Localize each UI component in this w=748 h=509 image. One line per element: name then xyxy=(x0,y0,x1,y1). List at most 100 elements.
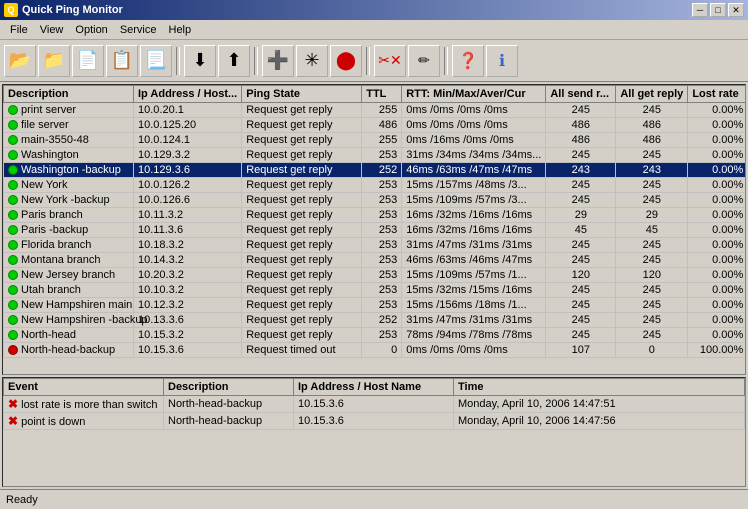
cell-rtt: 0ms /0ms /0ms /0ms xyxy=(402,103,546,118)
up-btn[interactable]: ⬆ xyxy=(218,45,250,77)
minimize-button[interactable]: ─ xyxy=(692,3,708,17)
col-header-recv: All get reply xyxy=(616,86,688,103)
cell-desc: Montana branch xyxy=(4,253,134,268)
cell-lost: 0.00% xyxy=(688,178,745,193)
table-row[interactable]: print server 10.0.20.1 Request get reply… xyxy=(4,103,746,118)
cell-lost: 0.00% xyxy=(688,133,745,148)
cell-recv: 0 xyxy=(616,343,688,358)
cell-recv: 29 xyxy=(616,208,688,223)
table-row[interactable]: Washington 10.129.3.2 Request get reply … xyxy=(4,148,746,163)
table-row[interactable]: Washington -backup 10.129.3.6 Request ge… xyxy=(4,163,746,178)
cell-rtt: 15ms /32ms /15ms /16ms xyxy=(402,283,546,298)
cell-rtt: 46ms /63ms /47ms /47ms xyxy=(402,163,546,178)
cell-ttl: 253 xyxy=(362,208,402,223)
table-row[interactable]: New Hampshiren main 10.12.3.2 Request ge… xyxy=(4,298,746,313)
cell-state: Request get reply xyxy=(242,283,362,298)
cell-ttl: 253 xyxy=(362,223,402,238)
down-btn[interactable]: ⬇ xyxy=(184,45,216,77)
table-row[interactable]: file server 10.0.125.20 Request get repl… xyxy=(4,118,746,133)
cell-ttl: 253 xyxy=(362,283,402,298)
cell-ip: 10.10.3.2 xyxy=(134,283,242,298)
new-file-btn[interactable]: 📄 xyxy=(72,45,104,77)
event-cell-time: Monday, April 10, 2006 14:47:56 xyxy=(454,413,745,430)
cell-ip: 10.12.3.2 xyxy=(134,298,242,313)
cell-desc: Washington -backup xyxy=(4,163,134,178)
status-dot xyxy=(8,255,18,265)
add-btn[interactable]: ➕ xyxy=(262,45,294,77)
cell-lost: 0.00% xyxy=(688,223,745,238)
error-icon: ✖ xyxy=(8,397,18,411)
info-btn[interactable]: ℹ xyxy=(486,45,518,77)
table-row[interactable]: Utah branch 10.10.3.2 Request get reply … xyxy=(4,283,746,298)
cell-ttl: 252 xyxy=(362,163,402,178)
event-row[interactable]: ✖ lost rate is more than switch North-he… xyxy=(4,396,745,413)
cell-desc: New Hampshiren -backup xyxy=(4,313,134,328)
main-content: Description Ip Address / Host... Ping St… xyxy=(0,82,748,489)
cell-lost: 0.00% xyxy=(688,163,745,178)
maximize-button[interactable]: □ xyxy=(710,3,726,17)
cell-send: 245 xyxy=(546,148,616,163)
cell-ttl: 0 xyxy=(362,343,402,358)
table-row[interactable]: Paris -backup 10.11.3.6 Request get repl… xyxy=(4,223,746,238)
cell-rtt: 15ms /109ms /57ms /1... xyxy=(402,268,546,283)
cell-rtt: 15ms /156ms /18ms /1... xyxy=(402,298,546,313)
event-table-area: Event Description Ip Address / Host Name… xyxy=(2,377,746,487)
cell-ip: 10.18.3.2 xyxy=(134,238,242,253)
table-row[interactable]: Montana branch 10.14.3.2 Request get rep… xyxy=(4,253,746,268)
menu-option[interactable]: Option xyxy=(69,22,113,38)
event-col-event: Event xyxy=(4,379,164,396)
cut-btn[interactable]: ✂✕ xyxy=(374,45,406,77)
cell-recv: 245 xyxy=(616,328,688,343)
paste-btn[interactable]: 📃 xyxy=(140,45,172,77)
cell-state: Request get reply xyxy=(242,268,362,283)
cell-ttl: 255 xyxy=(362,103,402,118)
cell-ip: 10.15.3.2 xyxy=(134,328,242,343)
cell-desc: print server xyxy=(4,103,134,118)
status-bar: Ready xyxy=(0,489,748,509)
table-row[interactable]: main-3550-48 10.0.124.1 Request get repl… xyxy=(4,133,746,148)
status-dot xyxy=(8,225,18,235)
menu-help[interactable]: Help xyxy=(163,22,198,38)
cell-recv: 245 xyxy=(616,103,688,118)
col-header-lost: Lost rate xyxy=(688,86,745,103)
cell-ip: 10.11.3.2 xyxy=(134,208,242,223)
event-row[interactable]: ✖ point is down North-head-backup 10.15.… xyxy=(4,413,745,430)
cell-rtt: 0ms /0ms /0ms /0ms xyxy=(402,343,546,358)
cell-desc: Florida branch xyxy=(4,238,134,253)
cell-rtt: 16ms /32ms /16ms /16ms xyxy=(402,208,546,223)
app-icon: Q xyxy=(4,3,18,17)
cell-send: 486 xyxy=(546,118,616,133)
table-row[interactable]: Paris branch 10.11.3.2 Request get reply… xyxy=(4,208,746,223)
cell-ip: 10.0.20.1 xyxy=(134,103,242,118)
help-btn[interactable]: ❓ xyxy=(452,45,484,77)
menu-service[interactable]: Service xyxy=(114,22,163,38)
cell-rtt: 15ms /109ms /57ms /3... xyxy=(402,193,546,208)
menu-view[interactable]: View xyxy=(34,22,70,38)
table-row[interactable]: New York 10.0.126.2 Request get reply 25… xyxy=(4,178,746,193)
table-row[interactable]: Florida branch 10.18.3.2 Request get rep… xyxy=(4,238,746,253)
table-row[interactable]: North-head-backup 10.15.3.6 Request time… xyxy=(4,343,746,358)
table-row[interactable]: New Jersey branch 10.20.3.2 Request get … xyxy=(4,268,746,283)
cell-state: Request get reply xyxy=(242,103,362,118)
edit-btn[interactable]: ✏ xyxy=(408,45,440,77)
table-row[interactable]: New Hampshiren -backup 10.13.3.6 Request… xyxy=(4,313,746,328)
copy-btn[interactable]: 📋 xyxy=(106,45,138,77)
cell-send: 245 xyxy=(546,193,616,208)
cell-state: Request get reply xyxy=(242,313,362,328)
cell-ip: 10.129.3.6 xyxy=(134,163,242,178)
cell-lost: 0.00% xyxy=(688,118,745,133)
open-folder-btn[interactable]: 📂 xyxy=(4,45,36,77)
cell-ttl: 253 xyxy=(362,178,402,193)
table-row[interactable]: North-head 10.15.3.2 Request get reply 2… xyxy=(4,328,746,343)
table-row[interactable]: New York -backup 10.0.126.6 Request get … xyxy=(4,193,746,208)
cell-recv: 120 xyxy=(616,268,688,283)
open-file-btn[interactable]: 📁 xyxy=(38,45,70,77)
menu-file[interactable]: File xyxy=(4,22,34,38)
settings-btn[interactable]: ✳ xyxy=(296,45,328,77)
close-button[interactable]: ✕ xyxy=(728,3,744,17)
cell-desc: New Jersey branch xyxy=(4,268,134,283)
stop-btn[interactable]: ⬤ xyxy=(330,45,362,77)
col-header-rtt: RTT: Min/Max/Aver/Cur xyxy=(402,86,546,103)
cell-desc: Paris -backup xyxy=(4,223,134,238)
cell-ip: 10.20.3.2 xyxy=(134,268,242,283)
